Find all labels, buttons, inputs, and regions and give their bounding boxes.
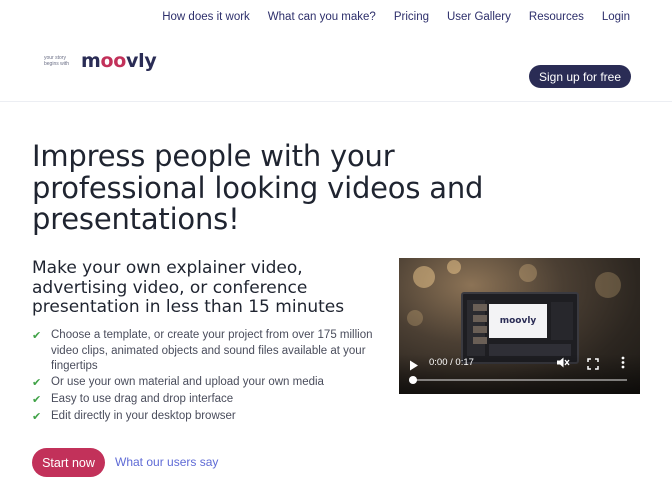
bokeh-light <box>413 266 435 288</box>
logo-wordmark-accent: oo <box>100 50 127 72</box>
check-icon: ✔ <box>32 393 42 406</box>
feature-item: ✔ Edit directly in your desktop browser <box>32 409 392 426</box>
mute-icon[interactable] <box>556 356 570 374</box>
what-our-users-say-link[interactable]: What our users say <box>115 455 218 469</box>
nav-what-can-you-make[interactable]: What can you make? <box>268 11 376 23</box>
bokeh-light <box>519 264 537 282</box>
editor-canvas: moovly <box>489 304 547 338</box>
more-icon[interactable] <box>621 356 625 374</box>
feature-text: Easy to use drag and drop interface <box>51 392 234 405</box>
video-progress-bar[interactable] <box>413 379 627 381</box>
feature-text: Or use your own material and upload your… <box>51 376 324 389</box>
fullscreen-icon[interactable] <box>587 357 599 375</box>
hero-title: Impress people with your professional lo… <box>32 139 484 236</box>
bokeh-light <box>447 260 461 274</box>
nav-resources[interactable]: Resources <box>529 11 584 23</box>
nav-login[interactable]: Login <box>602 11 630 23</box>
check-icon: ✔ <box>32 330 42 342</box>
header-divider <box>0 101 672 102</box>
screen-logo: moovly <box>499 316 537 326</box>
signup-button[interactable]: Sign up for free <box>529 65 631 88</box>
feature-item: ✔ Or use your own material and upload yo… <box>32 375 392 392</box>
video-progress-handle[interactable] <box>409 376 417 384</box>
check-icon: ✔ <box>32 410 42 423</box>
video-time: 0:00 / 0:17 <box>429 357 474 368</box>
bokeh-light <box>595 272 621 298</box>
nav-user-gallery[interactable]: User Gallery <box>447 11 511 23</box>
video-player[interactable]: moovly 0:00 / 0:17 <box>399 258 640 394</box>
moovly-logo[interactable]: your story begins with moovly <box>44 50 157 72</box>
hero-subtitle: Make your own explainer video, advertisi… <box>32 258 345 317</box>
editor-sidebar <box>467 300 487 356</box>
logo-tagline: your story begins with <box>44 55 70 67</box>
nav-pricing[interactable]: Pricing <box>394 11 429 23</box>
play-icon[interactable] <box>409 358 419 376</box>
start-now-button[interactable]: Start now <box>32 448 105 477</box>
feature-text: Choose a template, or create your projec… <box>51 329 373 373</box>
top-nav: How does it work What can you make? Pric… <box>162 11 630 23</box>
editor-properties-panel <box>551 302 573 340</box>
feature-item: ✔ Easy to use drag and drop interface <box>32 392 392 409</box>
feature-list: ✔ Choose a template, or create your proj… <box>32 328 392 425</box>
check-icon: ✔ <box>32 377 42 390</box>
logo-wordmark: moovly <box>81 50 157 72</box>
nav-how-it-works[interactable]: How does it work <box>162 11 250 23</box>
bokeh-light <box>407 310 423 326</box>
feature-item: ✔ Choose a template, or create your proj… <box>32 328 392 375</box>
feature-text: Edit directly in your desktop browser <box>51 409 236 422</box>
